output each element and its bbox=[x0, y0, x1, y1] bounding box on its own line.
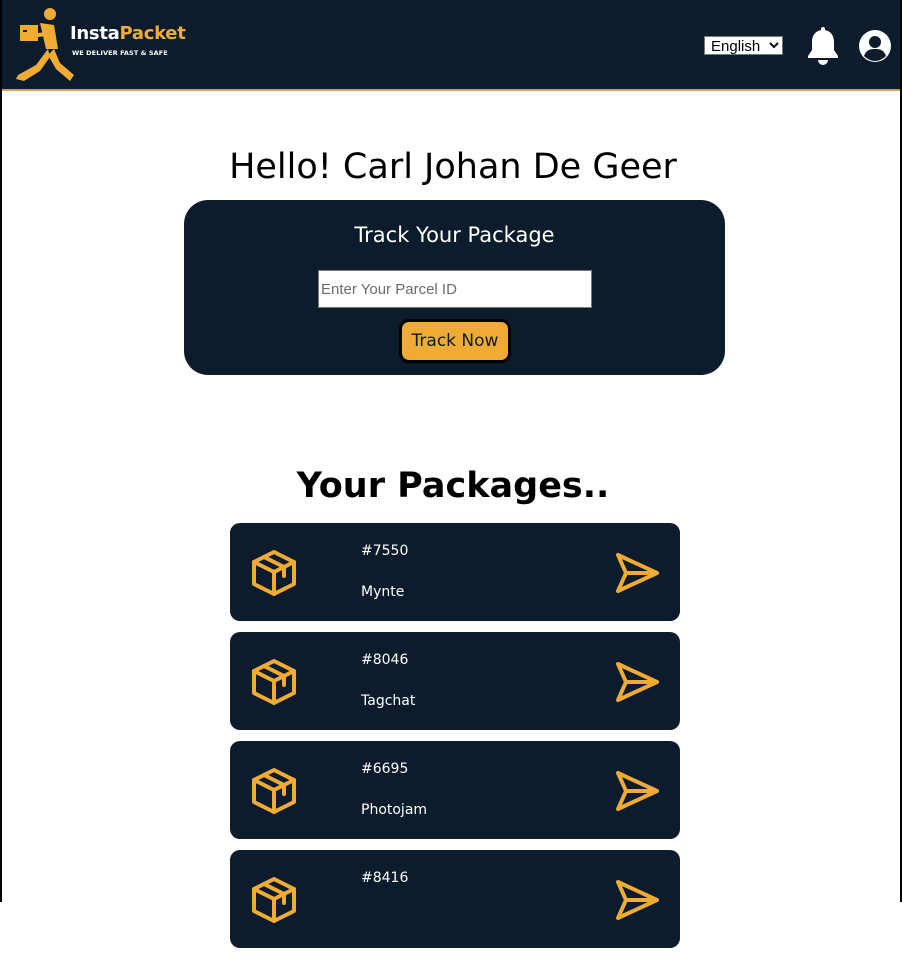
package-box-icon bbox=[252, 768, 296, 814]
track-now-button[interactable]: Track Now bbox=[399, 319, 511, 363]
send-arrow-icon[interactable] bbox=[614, 769, 660, 813]
package-id: #7550 bbox=[361, 543, 409, 559]
packages-title: Your Packages.. bbox=[296, 466, 610, 507]
package-item[interactable]: #8416 bbox=[230, 850, 680, 948]
package-list: #7550 Mynte #8046 Tagchat #6695 Photojam bbox=[230, 523, 680, 959]
package-name: Mynte bbox=[361, 584, 405, 600]
package-box-icon bbox=[252, 877, 296, 923]
instapacket-logo[interactable]: InstaPacket WE DELIVER FAST & SAFE bbox=[14, 5, 186, 85]
bell-icon[interactable] bbox=[805, 27, 841, 65]
package-id: #8046 bbox=[361, 652, 409, 668]
send-arrow-icon[interactable] bbox=[614, 660, 660, 704]
send-arrow-icon[interactable] bbox=[614, 878, 660, 922]
language-select[interactable]: English bbox=[704, 36, 783, 55]
package-id: #8416 bbox=[361, 870, 409, 886]
package-box-icon bbox=[252, 659, 296, 705]
logo-tagline: WE DELIVER FAST & SAFE bbox=[72, 49, 168, 57]
package-name: Photojam bbox=[361, 802, 428, 818]
user-circle-icon[interactable] bbox=[858, 29, 892, 63]
send-arrow-icon[interactable] bbox=[614, 551, 660, 595]
parcel-id-input[interactable] bbox=[318, 270, 592, 308]
delivery-runner-logo-icon bbox=[16, 8, 74, 81]
package-id: #6695 bbox=[361, 761, 409, 777]
package-box-icon bbox=[252, 550, 296, 596]
package-item[interactable]: #6695 Photojam bbox=[230, 741, 680, 839]
top-header: InstaPacket WE DELIVER FAST & SAFE Engli… bbox=[2, 0, 900, 91]
track-package-card: Track Your Package Track Now bbox=[184, 200, 725, 375]
track-title: Track Your Package bbox=[354, 223, 555, 247]
logo-name: InstaPacket bbox=[70, 23, 186, 44]
package-name: Tagchat bbox=[361, 693, 416, 709]
greeting-heading: Hello! Carl Johan De Geer bbox=[229, 147, 677, 188]
package-item[interactable]: #8046 Tagchat bbox=[230, 632, 680, 730]
package-item[interactable]: #7550 Mynte bbox=[230, 523, 680, 621]
